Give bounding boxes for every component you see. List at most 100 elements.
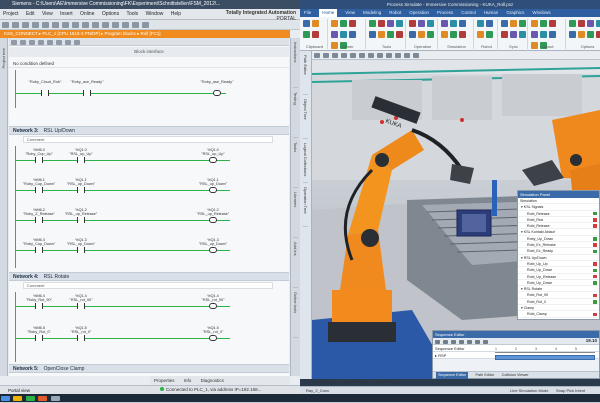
tab-operation-tree[interactable]: Operation Tree [303,187,308,227]
ribbon-command-icon[interactable] [427,31,434,38]
ribbon-command-icon[interactable] [540,20,547,27]
coil[interactable] [213,90,221,96]
ribbon-tab-home[interactable]: Home [319,9,338,17]
ribbon-command-icon[interactable] [540,31,547,38]
ribbon-command-icon[interactable] [587,20,594,27]
ps-icon[interactable] [38,395,48,401]
ribbon-command-icon[interactable] [569,20,576,27]
menu-view[interactable]: View [42,9,53,20]
ribbon-command-icon[interactable] [396,31,403,38]
cut-icon[interactable] [42,22,49,28]
ribbon-command-icon[interactable] [418,20,425,27]
tab-tasks[interactable]: Tasks [293,142,298,188]
menu-window[interactable]: Window [146,9,164,20]
contact[interactable] [35,187,43,193]
ribbon-tab-process[interactable]: Process [437,9,453,17]
network-4-comment[interactable]: Comment [23,282,273,289]
measure-icon[interactable] [395,53,401,58]
start-icon[interactable] [1,395,10,401]
ribbon-command-icon[interactable] [387,31,394,38]
ribbon-command-icon[interactable] [519,31,526,38]
paste-icon[interactable] [62,22,69,28]
ribbon-command-icon[interactable] [331,31,338,38]
contact[interactable] [83,90,91,96]
network-5-header[interactable]: Network 5: OpenClose Clamp [9,364,289,373]
open-icon[interactable] [12,22,19,28]
ribbon-command-icon[interactable] [418,31,425,38]
ribbon-command-icon[interactable] [409,20,416,27]
jump-end-icon[interactable] [475,339,480,344]
ribbon-command-icon[interactable] [340,31,347,38]
contact[interactable] [35,335,43,341]
play-icon[interactable] [467,339,472,344]
step-forward-icon[interactable] [459,339,464,344]
tab-signal-viewer[interactable]: Signal Viewer [375,379,398,386]
ribbon-tab-robot[interactable]: Robot [389,9,401,17]
ribbon-command-icon[interactable] [486,31,493,38]
coil[interactable] [209,335,217,341]
copy-icon[interactable] [52,22,59,28]
ribbon-command-icon[interactable] [331,20,338,27]
contact[interactable] [77,217,85,223]
menu-insert[interactable]: Insert [60,9,73,20]
explorer-icon[interactable] [13,395,23,401]
tab-collision-viewer[interactable]: Collision Viewer [502,372,529,379]
stop-icon[interactable] [483,339,488,344]
ribbon-tab-file[interactable]: File [304,9,311,17]
ribbon-command-icon[interactable] [531,20,538,27]
save-icon[interactable] [22,22,29,28]
coil[interactable] [209,187,217,193]
tab-path-editor-bottom[interactable]: Path Editor [475,372,494,379]
ribbon-tab-graphics[interactable]: Graphics [506,9,524,17]
contact[interactable] [35,303,43,309]
pan-icon[interactable] [332,53,338,58]
go-offline-icon[interactable] [132,22,139,28]
ribbon-tab-human[interactable]: Human [484,9,499,17]
ribbon-command-icon[interactable] [409,31,416,38]
network-4-header[interactable]: Network 4: RSL Rotate [9,272,289,281]
coil[interactable] [209,247,217,253]
fit-icon[interactable] [314,53,320,58]
network-comment[interactable]: No condition defined [9,59,289,68]
app-icon[interactable] [50,395,60,401]
undo-icon[interactable] [82,22,89,28]
menu-online[interactable]: Online [80,9,94,20]
zoom-icon[interactable] [323,53,329,58]
network-3-header[interactable]: Network 3: RSL Up/Down [9,126,289,135]
ribbon-command-icon[interactable] [369,20,376,27]
tab-properties[interactable]: Properties [154,376,175,385]
monitor-icon[interactable] [142,22,149,28]
ribbon-command-icon[interactable] [378,31,385,38]
contact[interactable] [77,157,85,163]
tab-add-ins[interactable]: Add-ins [293,242,298,288]
print-icon[interactable] [32,22,39,28]
coil[interactable] [209,303,217,309]
ribbon-command-icon[interactable] [477,31,484,38]
contact-icon[interactable] [29,39,35,45]
ribbon-tab-view[interactable]: View [345,9,355,17]
tab-path-editor-status[interactable]: Path Editor [315,379,334,386]
compile-icon[interactable] [102,22,109,28]
ribbon-command-icon[interactable] [531,31,538,38]
section-icon[interactable] [404,53,410,58]
ribbon-command-icon[interactable] [349,31,356,38]
ribbon-command-icon[interactable] [549,20,556,27]
ribbon-command-icon[interactable] [303,20,310,27]
tab-testing[interactable]: Testing [293,92,298,138]
ribbon-tab-operation[interactable]: Operation [409,9,429,17]
download-icon[interactable] [112,22,119,28]
ribbon-command-icon[interactable] [387,20,394,27]
signal-tree-row[interactable]: Robi_Clamp [518,311,599,318]
ribbon-command-icon[interactable] [596,31,600,38]
new-project-icon[interactable] [2,22,9,28]
insert-network-icon[interactable] [11,39,17,45]
ribbon-command-icon[interactable] [569,31,576,38]
contact[interactable] [77,335,85,341]
tab-info[interactable]: Info [184,376,192,385]
ribbon-command-icon[interactable] [486,20,493,27]
tab-path-editor[interactable]: Path Editor [303,55,308,95]
ribbon-command-icon[interactable] [427,20,434,27]
contact[interactable] [35,157,43,163]
ribbon-command-icon[interactable] [578,20,585,27]
ribbon-command-icon[interactable] [312,20,319,27]
